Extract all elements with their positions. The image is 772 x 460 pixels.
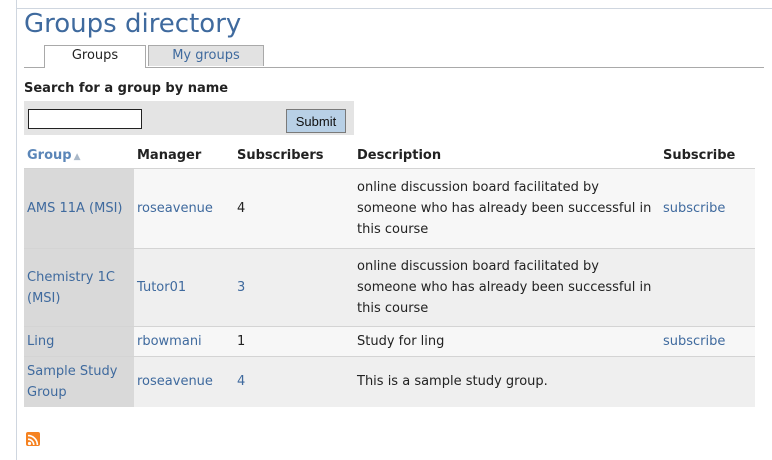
table-header-row: Group ▲ Manager Subscribers Description S… bbox=[24, 142, 755, 169]
subscribers-cell: 3 bbox=[234, 248, 354, 327]
subscribe-cell bbox=[660, 356, 755, 407]
subscribers-cell: 4 bbox=[234, 356, 354, 407]
manager-link[interactable]: roseavenue bbox=[137, 201, 213, 216]
search-label: Search for a group by name bbox=[24, 81, 229, 96]
description-cell: online discussion board facilitated by s… bbox=[354, 168, 660, 249]
column-header-subscribers: Subscribers bbox=[237, 147, 324, 163]
subscribers-cell: 1 bbox=[234, 326, 354, 357]
search-form: Submit bbox=[24, 101, 354, 135]
rss-feed-icon-graphic bbox=[27, 434, 39, 446]
group-search-input[interactable] bbox=[28, 109, 142, 129]
tab-bar: Groups My groups bbox=[24, 45, 764, 68]
subscribers-link[interactable]: 4 bbox=[237, 374, 245, 389]
description-cell: Study for ling bbox=[354, 326, 660, 357]
groups-directory-panel: Groups directory Groups My groups Search… bbox=[24, 8, 764, 407]
group-name-link-text[interactable]: Sample Study Group bbox=[27, 364, 117, 400]
group-name-link-text[interactable]: AMS 11A (MSI) bbox=[27, 201, 123, 216]
tab-groups[interactable]: Groups bbox=[44, 45, 146, 68]
column-header-group-label: Group bbox=[27, 147, 72, 163]
column-header-group[interactable]: Group ▲ bbox=[24, 142, 134, 169]
description-cell: This is a sample study group. bbox=[354, 356, 660, 407]
column-header-description: Description bbox=[357, 147, 442, 163]
manager-cell: rbowmani bbox=[134, 326, 234, 357]
table-row: Sample Study Group roseavenue 4 This is … bbox=[24, 356, 755, 407]
column-header-manager: Manager bbox=[137, 147, 202, 163]
column-header-subscribe: Subscribe bbox=[663, 147, 736, 163]
table-row: AMS 11A (MSI) roseavenue 4 online discus… bbox=[24, 168, 755, 249]
subscribe-cell: subscribe bbox=[660, 168, 755, 249]
group-name-link[interactable]: Sample Study Group bbox=[24, 356, 134, 407]
manager-cell: roseavenue bbox=[134, 356, 234, 407]
subscribe-cell: subscribe bbox=[660, 326, 755, 357]
rss-feed-icon[interactable] bbox=[26, 432, 40, 446]
page-title: Groups directory bbox=[24, 9, 242, 39]
group-name-link[interactable]: AMS 11A (MSI) bbox=[24, 168, 134, 249]
sort-ascending-icon: ▲ bbox=[73, 151, 81, 162]
subscribers-cell: 4 bbox=[234, 168, 354, 249]
group-name-link-text[interactable]: Ling bbox=[27, 334, 54, 349]
subscribe-link[interactable]: subscribe bbox=[663, 334, 725, 349]
groups-table: Group ▲ Manager Subscribers Description S… bbox=[24, 142, 755, 407]
manager-cell: Tutor01 bbox=[134, 248, 234, 327]
tab-my-groups[interactable]: My groups bbox=[148, 45, 264, 66]
submit-button[interactable]: Submit bbox=[286, 109, 346, 133]
group-name-link[interactable]: Chemistry 1C (MSI) bbox=[24, 248, 134, 327]
manager-link[interactable]: rbowmani bbox=[137, 334, 202, 349]
subscribe-link[interactable]: subscribe bbox=[663, 201, 725, 216]
group-name-link[interactable]: Ling bbox=[24, 326, 134, 357]
description-cell: online discussion board facilitated by s… bbox=[354, 248, 660, 327]
page-frame-left-border bbox=[16, 0, 17, 460]
table-row: Ling rbowmani 1 Study for ling subscribe bbox=[24, 326, 755, 357]
subscribers-link[interactable]: 3 bbox=[237, 280, 245, 295]
group-name-link-text[interactable]: Chemistry 1C (MSI) bbox=[27, 270, 115, 306]
manager-cell: roseavenue bbox=[134, 168, 234, 249]
table-row: Chemistry 1C (MSI) Tutor01 3 online disc… bbox=[24, 248, 755, 327]
manager-link[interactable]: Tutor01 bbox=[137, 280, 186, 295]
subscribe-cell bbox=[660, 248, 755, 327]
manager-link[interactable]: roseavenue bbox=[137, 374, 213, 389]
